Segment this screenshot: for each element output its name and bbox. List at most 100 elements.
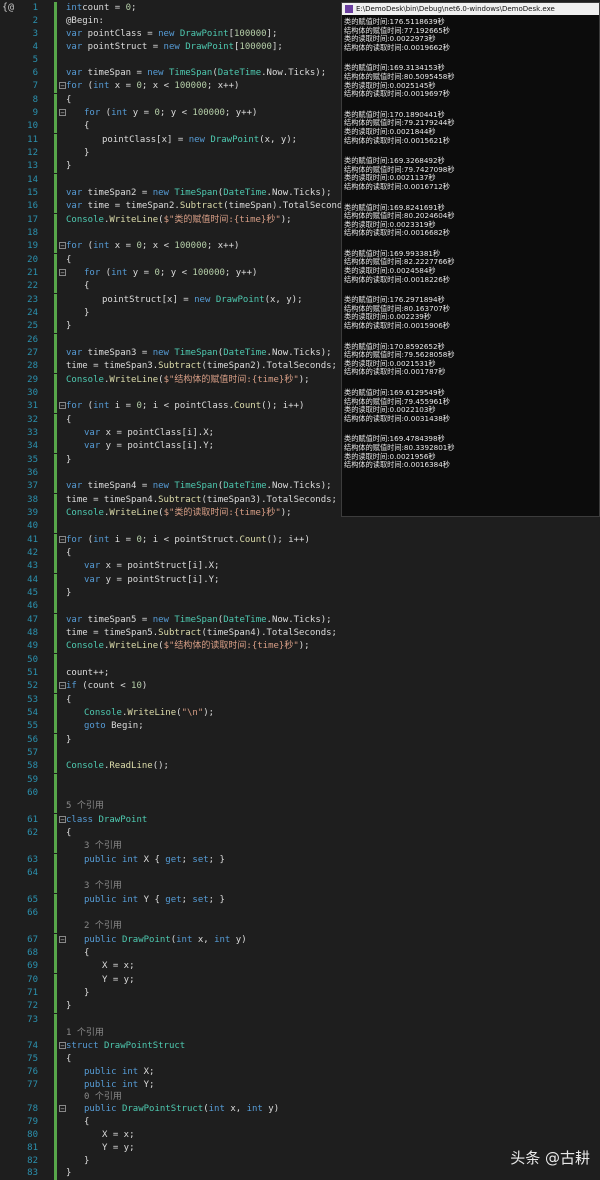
code-line[interactable]: 44 var y = pointStruct[i].Y; xyxy=(0,574,600,587)
code-line[interactable]: 58 Console.ReadLine(); xyxy=(0,760,600,773)
code-line[interactable]: 43 var x = pointStruct[i].X; xyxy=(0,560,600,573)
code-line[interactable]: 78 − public DrawPointStruct(int x, int y) xyxy=(0,1103,600,1116)
line-number: 22 xyxy=(27,281,38,291)
code-line[interactable]: 41− for (int i = 0; i < pointStruct.Count… xyxy=(0,534,600,547)
code-line[interactable]: 56} xyxy=(0,734,600,747)
collapse-icon[interactable]: − xyxy=(59,242,66,250)
code-token: Y = y; xyxy=(102,1143,135,1153)
change-marker xyxy=(54,947,57,960)
reference-count[interactable]: 2 个引用 xyxy=(84,921,122,931)
code-token: int xyxy=(121,895,139,905)
line-number: 74 xyxy=(27,1041,38,1051)
code-line[interactable]: 3 个引用 xyxy=(0,880,600,893)
reference-count[interactable]: 5 个引用 xyxy=(66,801,104,811)
code-line[interactable]: 75 { xyxy=(0,1053,600,1066)
code-line[interactable]: 65 public int Y { get; set; } xyxy=(0,894,600,907)
collapse-icon[interactable]: − xyxy=(59,682,66,690)
code-line[interactable]: 40 xyxy=(0,520,600,533)
code-token: public xyxy=(84,935,117,945)
collapse-icon[interactable]: − xyxy=(59,402,66,410)
reference-count[interactable]: 3 个引用 xyxy=(84,841,122,851)
code-line[interactable]: 59 xyxy=(0,774,600,787)
reference-count[interactable]: 1 个引用 xyxy=(66,1028,104,1038)
code-token: x, xyxy=(224,1104,247,1114)
code-line[interactable]: 71} xyxy=(0,987,600,1000)
change-marker xyxy=(54,760,57,773)
code-token: (x, y); xyxy=(259,135,298,145)
console-title-bar[interactable]: E:\DemoDesk\bin\Debug\net6.0-windows\Dem… xyxy=(342,3,599,15)
code-line[interactable]: 49 Console.WriteLine($"结构体的读取时间:{time}秒")… xyxy=(0,640,600,653)
code-line[interactable]: 64 xyxy=(0,867,600,880)
code-token: DateTime xyxy=(223,615,267,625)
line-number: 71 xyxy=(27,988,38,998)
code-line[interactable]: 66 xyxy=(0,907,600,920)
code-line[interactable]: 77 public int Y; xyxy=(0,1079,600,1092)
reference-count[interactable]: 3 个引用 xyxy=(84,881,122,891)
code-line[interactable]: 55 goto Begin; xyxy=(0,720,600,733)
line-number: 10 xyxy=(27,121,38,131)
code-token: 100000 xyxy=(192,268,225,278)
change-marker xyxy=(54,827,57,840)
code-line[interactable]: 57 xyxy=(0,747,600,760)
code-line[interactable]: 48 time = timeSpan5.Subtract(timeSpan4).T… xyxy=(0,627,600,640)
console-line: 结构体的读取时间:0.0015621秒 xyxy=(344,135,450,145)
code-line[interactable]: 45} xyxy=(0,587,600,600)
collapse-icon[interactable]: − xyxy=(59,536,66,544)
code-text: public DrawPointStruct(int x, int y) xyxy=(84,1103,279,1115)
collapse-icon[interactable]: − xyxy=(59,109,66,117)
code-token: int xyxy=(208,1104,225,1114)
code-token: DateTime xyxy=(217,68,262,78)
console-gap xyxy=(344,331,599,343)
code-line[interactable]: 63 public int X { get; set; } xyxy=(0,854,600,867)
code-token: var xyxy=(84,428,101,438)
code-line[interactable]: 60 xyxy=(0,787,600,800)
collapse-icon[interactable]: − xyxy=(59,269,66,277)
code-line[interactable]: 2 个引用 xyxy=(0,920,600,933)
code-line[interactable]: 50 xyxy=(0,654,600,667)
console-window[interactable]: E:\DemoDesk\bin\Debug\net6.0-windows\Dem… xyxy=(341,2,600,517)
reference-count[interactable]: 0 个引用 xyxy=(84,1092,122,1102)
code-line[interactable]: 46 xyxy=(0,600,600,613)
code-line[interactable]: 54 Console.WriteLine("\n"); xyxy=(0,707,600,720)
code-line[interactable]: 83} xyxy=(0,1167,600,1180)
code-line[interactable]: 67 − public DrawPoint(int x, int y) xyxy=(0,934,600,947)
collapse-icon[interactable]: − xyxy=(59,936,66,944)
code-line[interactable]: 70 Y = y; xyxy=(0,974,600,987)
code-line[interactable]: 42 { xyxy=(0,547,600,560)
code-line[interactable]: 62 { xyxy=(0,827,600,840)
line-number: 18 xyxy=(27,228,38,238)
line-number: 7 xyxy=(32,81,38,91)
code-line[interactable]: 68 { xyxy=(0,947,600,960)
code-line[interactable]: 47 var timeSpan5 = new TimeSpan(DateTime.… xyxy=(0,614,600,627)
code-line[interactable]: 61 − class DrawPoint xyxy=(0,814,600,827)
change-marker xyxy=(54,174,57,187)
change-marker xyxy=(54,534,57,547)
code-text: for (int x = 0; x < 100000; x++) xyxy=(66,240,239,252)
collapse-icon[interactable]: − xyxy=(59,82,66,90)
console-line: 结构体的读取时间:0.001787秒 xyxy=(344,367,446,377)
code-line[interactable]: 72} xyxy=(0,1000,600,1013)
code-line[interactable]: 0 个引用 xyxy=(0,1091,600,1104)
collapse-icon[interactable]: − xyxy=(59,816,66,824)
line-number: 53 xyxy=(27,695,38,705)
code-line[interactable]: 74 − struct DrawPointStruct xyxy=(0,1040,600,1053)
code-line[interactable]: 73 xyxy=(0,1014,600,1027)
code-line[interactable]: 5 个引用 xyxy=(0,800,600,813)
code-line[interactable]: 79 { xyxy=(0,1116,600,1129)
collapse-icon[interactable]: − xyxy=(59,1042,66,1050)
change-marker xyxy=(54,694,57,707)
line-number: 82 xyxy=(27,1156,38,1166)
code-line[interactable]: 69 X = x; xyxy=(0,960,600,973)
code-line[interactable]: 80 X = x; xyxy=(0,1129,600,1142)
change-marker xyxy=(54,227,57,240)
code-line[interactable]: 3 个引用 xyxy=(0,840,600,853)
code-text: for (int x = 0; x < 100000; x++) xyxy=(66,80,239,92)
collapse-icon[interactable]: − xyxy=(59,1105,66,1113)
code-line[interactable]: 76 public int X; xyxy=(0,1066,600,1079)
code-token: ; y < xyxy=(159,268,193,278)
code-line[interactable]: 1 个引用 xyxy=(0,1027,600,1040)
code-line[interactable]: 52 − if (count < 10) xyxy=(0,680,600,693)
code-line[interactable]: 53 { xyxy=(0,694,600,707)
code-token: new xyxy=(158,29,175,39)
code-line[interactable]: 51 count++; xyxy=(0,667,600,680)
